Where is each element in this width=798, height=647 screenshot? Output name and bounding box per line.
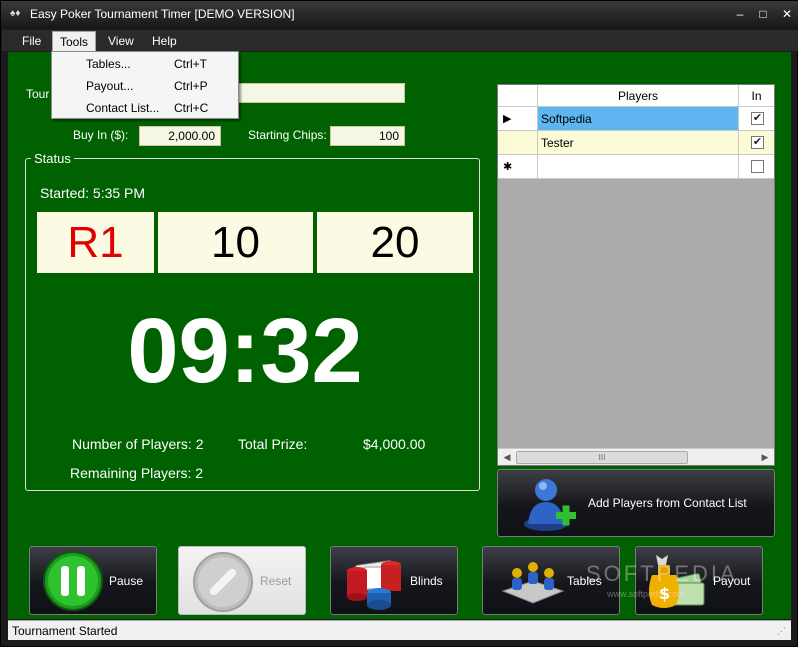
payout-label: Payout [713,573,751,588]
player-in-cell: ✔ [739,107,774,131]
status-legend: Status [31,151,74,166]
player-in-cell: ✔ [739,131,774,155]
app-window: ♠♦ Easy Poker Tournament Timer [DEMO VER… [0,0,798,647]
new-player-in-checkbox[interactable] [751,160,764,173]
menu-item-contact-list[interactable]: Contact List... Ctrl+C [53,97,238,119]
tables-icon [501,562,565,604]
player-name-cell[interactable]: Softpedia [538,107,739,131]
title-bar[interactable]: ♠♦ Easy Poker Tournament Timer [DEMO VER… [1,1,798,29]
menu-view[interactable]: View [108,31,134,51]
pause-label: Pause [109,573,144,588]
small-blind-display: 10 [158,212,313,273]
column-header-in[interactable]: In [739,85,774,107]
status-bar-text: Tournament Started [12,624,118,638]
status-bar: Tournament Started ⋰ [8,620,791,640]
scroll-left-arrow[interactable]: ◀ [500,451,514,464]
scroll-thumb[interactable]: III [516,451,688,464]
reset-button[interactable]: Reset [178,546,306,615]
minimize-button[interactable]: – [729,5,751,23]
close-button[interactable]: ✕ [776,5,798,23]
resize-grip-icon[interactable]: ⋰ [777,626,789,638]
add-players-button[interactable]: Add Players from Contact List [497,469,775,537]
tournament-name-field[interactable] [237,83,405,103]
menu-tools[interactable]: Tools [52,31,97,51]
menu-bar: File Tools View Help [2,30,798,51]
tournament-label: Tour [26,87,50,101]
grid-corner-header [498,85,538,107]
player-in-checkbox[interactable]: ✔ [751,136,764,149]
payout-button[interactable]: $ Payout [635,546,763,615]
column-header-players[interactable]: Players [538,85,739,107]
reset-icon [193,552,253,612]
starting-chips-field[interactable]: 100 [330,126,405,146]
pause-icon [43,551,103,611]
scroll-right-arrow[interactable]: ▶ [758,451,772,464]
svg-text:$: $ [659,584,670,603]
player-name-cell[interactable]: Tester [538,131,739,155]
big-blind-display: 20 [317,212,473,273]
blinds-label: Blinds [410,573,443,588]
maximize-button[interactable]: □ [752,5,774,23]
started-time: Started: 5:35 PM [40,185,146,201]
remaining-players: Remaining Players: 2 [70,465,204,481]
blinds-button[interactable]: Blinds [330,546,458,615]
reset-label: Reset [260,573,292,588]
add-user-icon [524,479,576,531]
buy-in-field[interactable]: 2,000.00 [139,126,221,146]
buy-in-label: Buy In ($): [73,128,129,142]
menu-file[interactable]: File [22,31,41,51]
menu-item-payout[interactable]: Payout... Ctrl+P [53,75,238,97]
pause-button[interactable]: Pause [29,546,157,615]
tools-dropdown: Tables... Ctrl+T Payout... Ctrl+P Contac… [51,51,239,119]
row-header[interactable] [498,131,538,155]
window-title: Easy Poker Tournament Timer [DEMO VERSIO… [30,7,295,21]
app-icon: ♠♦ [10,8,21,19]
starting-chips-label: Starting Chips: [248,128,327,142]
tables-label: Tables [567,573,602,588]
row-header-selected[interactable]: ▶ [498,107,538,131]
add-players-label: Add Players from Contact List [588,496,747,510]
new-player-name-cell[interactable] [538,155,739,179]
number-of-players: Number of Players: 2 [72,436,204,452]
total-prize-label: Total Prize: [238,436,308,452]
new-player-in-cell [739,155,774,179]
row-header-new[interactable]: ✱ [498,155,538,179]
countdown-clock: 09:32 [127,300,363,402]
horizontal-scrollbar[interactable]: ◀ III ▶ [498,448,774,465]
menu-item-tables[interactable]: Tables... Ctrl+T [53,53,238,75]
player-in-checkbox[interactable]: ✔ [751,112,764,125]
players-grid[interactable]: Players In ▶ Softpedia ✔ Tester ✔ ✱ ◀ II… [497,84,775,466]
menu-help[interactable]: Help [152,31,177,51]
round-display: R1 [37,212,154,273]
tables-button[interactable]: Tables [482,546,620,615]
poker-chips-icon [347,560,401,610]
money-bag-icon: $ [649,555,705,608]
total-prize-value: $4,000.00 [363,436,426,452]
